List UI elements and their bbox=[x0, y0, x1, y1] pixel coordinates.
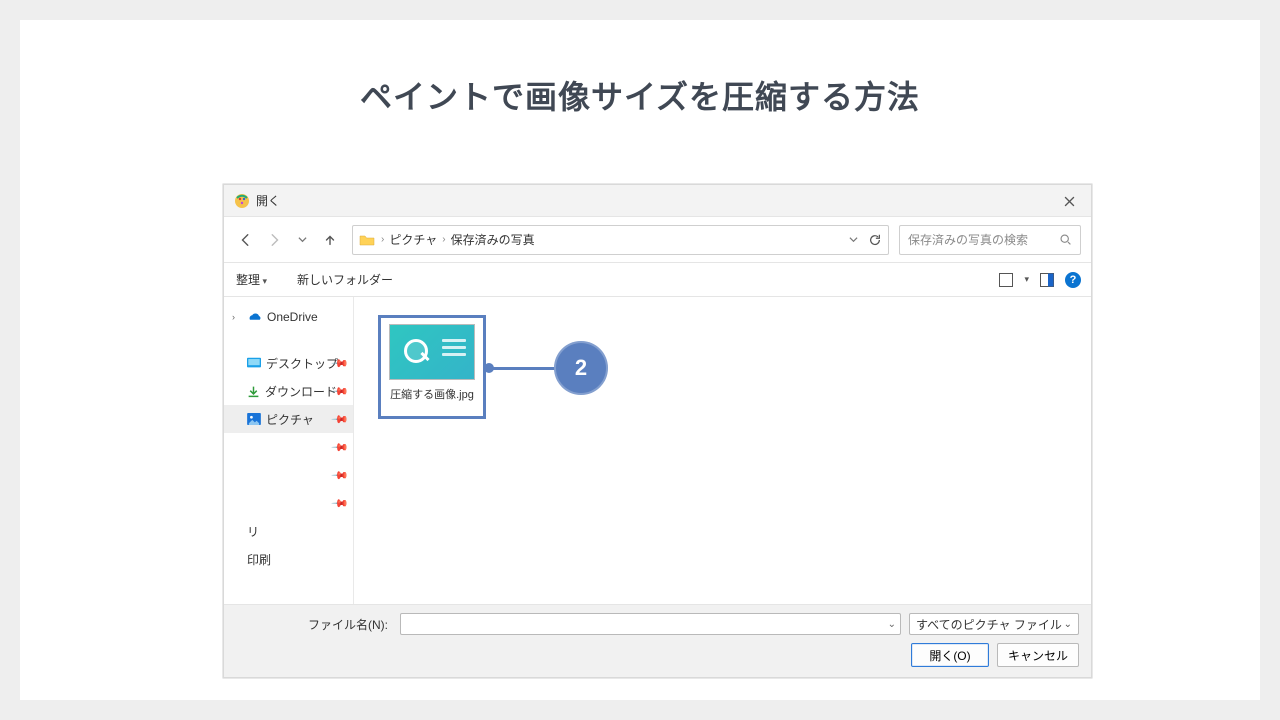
sidebar-item-label: ダウンロード bbox=[265, 383, 337, 400]
sidebar: › OneDrive デスクトップ 📌 ダウンロード 📌 bbox=[224, 297, 354, 604]
chevron-down-icon[interactable] bbox=[849, 235, 858, 244]
preview-pane-icon[interactable] bbox=[1039, 272, 1055, 288]
thumbnail-image bbox=[389, 324, 475, 380]
breadcrumb-segment[interactable]: ピクチャ bbox=[386, 231, 440, 248]
nav-row: › ピクチャ › 保存済みの写真 保存済みの写真の検索 bbox=[224, 217, 1091, 263]
download-icon bbox=[247, 385, 260, 398]
organize-menu[interactable]: 整理 bbox=[234, 267, 269, 292]
sidebar-item-label: リ bbox=[247, 523, 259, 540]
dialog-body: › OneDrive デスクトップ 📌 ダウンロード 📌 bbox=[224, 297, 1091, 604]
refresh-button[interactable] bbox=[868, 233, 882, 247]
file-thumbnail-selected[interactable]: 圧縮する画像.jpg bbox=[378, 315, 486, 419]
view-dropdown-icon[interactable]: ▾ bbox=[1024, 274, 1029, 285]
search-input[interactable]: 保存済みの写真の検索 bbox=[899, 225, 1081, 255]
sidebar-item-label: ピクチャ bbox=[266, 411, 314, 428]
sidebar-item-blank[interactable]: 📌 bbox=[224, 461, 353, 489]
chevron-down-icon[interactable]: ⌄ bbox=[888, 619, 896, 630]
forward-button[interactable] bbox=[262, 228, 286, 252]
folder-icon bbox=[359, 232, 375, 248]
open-button[interactable]: 開く(O) bbox=[911, 643, 989, 667]
chevron-down-icon: ⌄ bbox=[1064, 619, 1072, 630]
sidebar-item-downloads[interactable]: ダウンロード 📌 bbox=[224, 377, 353, 405]
address-bar[interactable]: › ピクチャ › 保存済みの写真 bbox=[352, 225, 889, 255]
new-folder-button[interactable]: 新しいフォルダー bbox=[295, 267, 395, 292]
toolbar: 整理 新しいフォルダー ▾ ? bbox=[224, 263, 1091, 297]
callout-connector-line bbox=[488, 367, 558, 370]
file-name-label: 圧縮する画像.jpg bbox=[390, 386, 474, 402]
sidebar-item-extra[interactable]: 印刷 bbox=[224, 545, 353, 573]
sidebar-item-label: デスクトップ bbox=[266, 355, 338, 372]
search-icon bbox=[1059, 233, 1072, 246]
cancel-button[interactable]: キャンセル bbox=[997, 643, 1079, 667]
dialog-footer: ファイル名(N): ⌄ すべてのピクチャ ファイル ⌄ 開く(O) キャンセル bbox=[224, 604, 1091, 677]
chevron-right-icon: › bbox=[440, 234, 447, 245]
filename-input[interactable]: ⌄ bbox=[400, 613, 901, 635]
sidebar-item-label: 印刷 bbox=[247, 551, 271, 568]
sidebar-item-blank[interactable]: 📌 bbox=[224, 433, 353, 461]
recent-locations-button[interactable] bbox=[290, 228, 314, 252]
sidebar-item-blank[interactable]: 📌 bbox=[224, 489, 353, 517]
sidebar-item-label: OneDrive bbox=[267, 310, 318, 324]
tutorial-canvas: ペイントで画像サイズを圧縮する方法 開く bbox=[20, 20, 1260, 700]
chevron-right-icon: › bbox=[379, 234, 386, 245]
open-file-dialog: 開く › ピクチャ bbox=[223, 184, 1092, 678]
close-button[interactable] bbox=[1047, 185, 1091, 217]
pin-icon: 📌 bbox=[331, 494, 350, 513]
desktop-icon bbox=[247, 357, 261, 369]
pin-icon: 📌 bbox=[331, 410, 350, 429]
sidebar-item-onedrive[interactable]: › OneDrive bbox=[224, 303, 353, 331]
page-title: ペイントで画像サイズを圧縮する方法 bbox=[20, 20, 1260, 118]
onedrive-icon bbox=[247, 312, 262, 323]
help-icon[interactable]: ? bbox=[1065, 272, 1081, 288]
paint-icon bbox=[234, 193, 250, 209]
filetype-value: すべてのピクチャ ファイル bbox=[916, 616, 1062, 633]
pin-icon: 📌 bbox=[331, 438, 350, 457]
step-badge: 2 bbox=[554, 341, 608, 395]
filetype-select[interactable]: すべてのピクチャ ファイル ⌄ bbox=[909, 613, 1079, 635]
pin-icon: 📌 bbox=[331, 466, 350, 485]
chevron-right-icon: › bbox=[232, 312, 242, 322]
sidebar-item-extra[interactable]: リ bbox=[224, 517, 353, 545]
sidebar-item-pictures[interactable]: ピクチャ 📌 bbox=[224, 405, 353, 433]
dialog-title: 開く bbox=[256, 192, 280, 209]
breadcrumb-segment[interactable]: 保存済みの写真 bbox=[448, 231, 538, 248]
dialog-titlebar: 開く bbox=[224, 185, 1091, 217]
file-pane[interactable]: 圧縮する画像.jpg 2 bbox=[354, 297, 1091, 604]
back-button[interactable] bbox=[234, 228, 258, 252]
filename-label: ファイル名(N): bbox=[264, 616, 392, 633]
up-button[interactable] bbox=[318, 228, 342, 252]
pictures-icon bbox=[247, 413, 261, 425]
search-placeholder: 保存済みの写真の検索 bbox=[908, 231, 1028, 248]
view-large-icon[interactable] bbox=[998, 272, 1014, 288]
sidebar-item-desktop[interactable]: デスクトップ 📌 bbox=[224, 349, 353, 377]
